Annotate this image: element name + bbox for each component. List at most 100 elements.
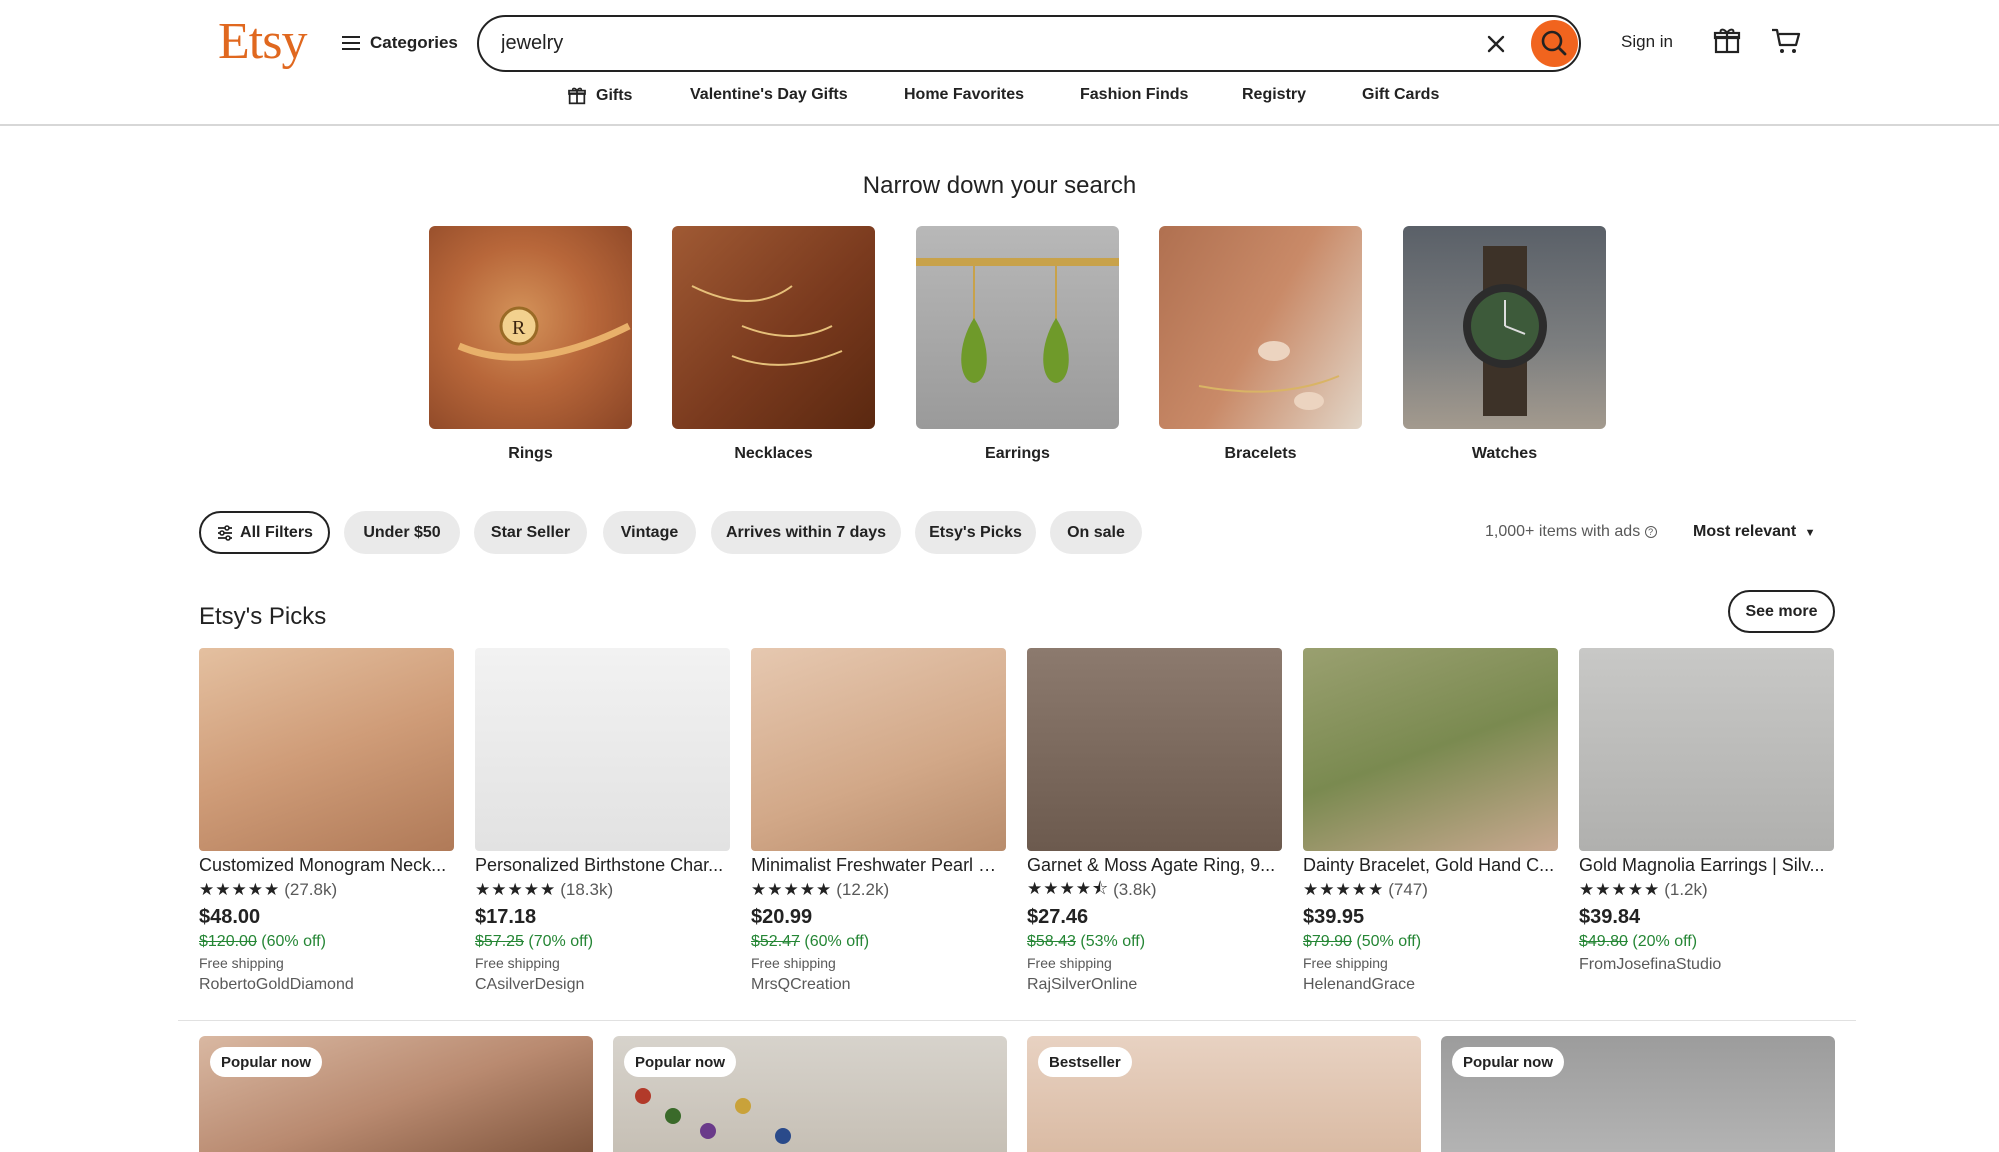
product-card[interactable]: Garnet & Moss Agate Ring, 9... ★★★★⯪ (3.8k…	[1027, 648, 1282, 994]
product-original-price: $57.25 (70% off)	[475, 933, 730, 951]
shop-name[interactable]: RobertoGoldDiamond	[199, 976, 454, 994]
subnav-home-favorites[interactable]: Home Favorites	[904, 86, 1024, 104]
product-card[interactable]: Gold Magnolia Earrings | Silv... ★★★★★ (1.…	[1579, 648, 1834, 974]
popular-badge: Popular now	[1452, 1047, 1564, 1077]
star-icon: ★★★★★	[751, 880, 833, 899]
product-original-price: $49.80 (20% off)	[1579, 933, 1834, 951]
product-original-price: $52.47 (60% off)	[751, 933, 1006, 951]
gift-icon[interactable]	[1712, 26, 1742, 56]
product-title[interactable]: Garnet & Moss Agate Ring, 9...	[1027, 855, 1282, 876]
category-label: Watches	[1471, 445, 1538, 462]
product-image[interactable]	[475, 648, 730, 851]
product-title[interactable]: Personalized Birthstone Char...	[475, 855, 730, 876]
shop-name[interactable]: RajSilverOnline	[1027, 976, 1282, 994]
star-icon: ★★★★★	[1579, 880, 1661, 899]
product-rating: ★★★★★ (18.3k)	[475, 880, 730, 900]
listing-card[interactable]: Popular now	[613, 1036, 1007, 1152]
shop-name[interactable]: FromJosefinaStudio	[1579, 956, 1834, 974]
product-rating: ★★★★★ (747)	[1303, 880, 1558, 900]
divider	[178, 1020, 1856, 1021]
popular-badge: Popular now	[624, 1047, 736, 1077]
filter-etsys-picks[interactable]: Etsy's Picks	[915, 511, 1036, 554]
original-price: $79.90	[1303, 933, 1352, 950]
filter-on-sale[interactable]: On sale	[1050, 511, 1142, 554]
info-icon[interactable]: ?	[1644, 526, 1657, 538]
shop-name[interactable]: MrsQCreation	[751, 976, 1006, 994]
site-header: Etsy Categories Sign in	[0, 0, 1999, 126]
product-image[interactable]	[1027, 648, 1282, 851]
product-price: $27.46	[1027, 906, 1089, 928]
close-icon[interactable]	[1483, 31, 1509, 57]
product-image[interactable]	[1579, 648, 1834, 851]
sub-navigation: Gifts Valentine's Day Gifts Home Favorit…	[0, 86, 1999, 112]
filter-vintage[interactable]: Vintage	[603, 511, 696, 554]
product-title[interactable]: Gold Magnolia Earrings | Silv...	[1579, 855, 1834, 876]
review-count: (27.8k)	[284, 880, 338, 899]
category-image	[1159, 226, 1362, 429]
category-rings[interactable]: R Rings	[429, 226, 632, 463]
product-rating: ★★★★★ (12.2k)	[751, 880, 1006, 900]
original-price: $49.80	[1579, 933, 1628, 950]
product-image[interactable]	[1303, 648, 1558, 851]
listing-card[interactable]: Popular now	[199, 1036, 593, 1152]
product-rating: ★★★★⯪ (3.8k)	[1027, 879, 1282, 900]
filter-star-seller[interactable]: Star Seller	[474, 511, 587, 554]
product-price: $39.95	[1303, 906, 1365, 928]
etsy-logo[interactable]: Etsy	[218, 12, 307, 71]
search-input[interactable]	[501, 32, 1461, 55]
caret-down-icon: ▼	[1804, 527, 1816, 539]
product-title[interactable]: Customized Monogram Neck...	[199, 855, 454, 876]
subnav-fashion-finds[interactable]: Fashion Finds	[1080, 86, 1188, 104]
product-image[interactable]	[751, 648, 1006, 851]
subnav-valentines[interactable]: Valentine's Day Gifts	[690, 86, 848, 104]
star-icon: ★★★★⯪	[1027, 878, 1110, 898]
category-bracelets[interactable]: Bracelets	[1159, 226, 1362, 463]
product-image[interactable]	[199, 648, 454, 851]
category-label: Bracelets	[1224, 445, 1297, 462]
all-filters-button[interactable]: All Filters	[199, 511, 330, 554]
filter-under-50[interactable]: Under $50	[344, 511, 460, 554]
sliders-icon	[218, 524, 233, 541]
category-watches[interactable]: Watches	[1403, 226, 1606, 463]
popular-badge: Popular now	[210, 1047, 322, 1077]
cart-icon[interactable]	[1770, 26, 1802, 56]
product-card[interactable]: Customized Monogram Neck... ★★★★★ (27.8k) $…	[199, 648, 454, 994]
see-more-button[interactable]: See more	[1728, 590, 1835, 633]
categories-button[interactable]: Categories	[342, 30, 458, 56]
category-necklaces[interactable]: Necklaces	[672, 226, 875, 463]
search-button[interactable]	[1531, 20, 1578, 67]
original-price: $120.00	[199, 933, 257, 950]
category-earrings[interactable]: Earrings	[916, 226, 1119, 463]
subnav-gifts[interactable]: Gifts	[567, 86, 632, 106]
sort-dropdown[interactable]: Most relevant ▼	[1693, 523, 1815, 541]
product-original-price: $120.00 (60% off)	[199, 933, 454, 951]
sign-in-link[interactable]: Sign in	[1621, 32, 1673, 52]
all-filters-label: All Filters	[240, 523, 313, 541]
shop-name[interactable]: CAsilverDesign	[475, 976, 730, 994]
listing-card[interactable]: Popular now	[1441, 1036, 1835, 1152]
subnav-gift-cards[interactable]: Gift Cards	[1362, 86, 1439, 104]
svg-text:R: R	[512, 317, 526, 339]
gift-icon	[568, 87, 586, 105]
filter-arrives-7-days[interactable]: Arrives within 7 days	[711, 511, 901, 554]
product-card[interactable]: Personalized Birthstone Char... ★★★★★ (18.…	[475, 648, 730, 994]
product-title[interactable]: Dainty Bracelet, Gold Hand C...	[1303, 855, 1558, 876]
star-icon: ★★★★★	[1303, 880, 1385, 899]
shipping-label: Free shipping	[199, 955, 284, 971]
sort-label: Most relevant	[1693, 523, 1797, 540]
product-title[interactable]: Minimalist Freshwater Pearl N...	[751, 855, 1006, 876]
product-rating: ★★★★★ (1.2k)	[1579, 880, 1834, 900]
product-original-price: $58.43 (53% off)	[1027, 933, 1282, 951]
items-count: 1,000+ items with ads ?	[1485, 523, 1657, 541]
hamburger-icon	[342, 36, 360, 50]
search-bar	[477, 15, 1581, 72]
subnav-registry[interactable]: Registry	[1242, 86, 1306, 104]
product-card[interactable]: Dainty Bracelet, Gold Hand C... ★★★★★ (747…	[1303, 648, 1558, 994]
listing-card[interactable]: Bestseller	[1027, 1036, 1421, 1152]
discount-label: (50% off)	[1356, 933, 1422, 950]
product-price: $48.00	[199, 906, 261, 928]
narrow-search-title: Narrow down your search	[862, 172, 1137, 199]
shop-name[interactable]: HelenandGrace	[1303, 976, 1558, 994]
product-card[interactable]: Minimalist Freshwater Pearl N... ★★★★★ (12…	[751, 648, 1006, 994]
category-image	[672, 226, 875, 429]
